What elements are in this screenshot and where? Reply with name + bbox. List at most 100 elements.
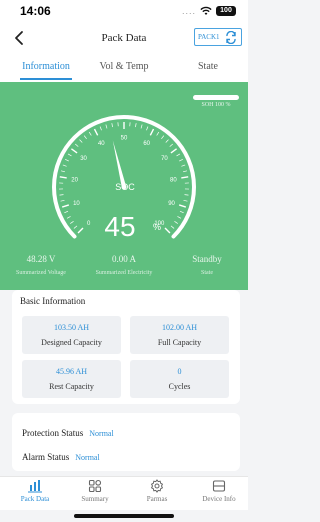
alarm-status-label: Alarm Status	[22, 452, 70, 462]
nav-summary-label: Summary	[81, 495, 109, 503]
gauge-major-tick	[164, 227, 171, 234]
swap-icon	[226, 30, 236, 44]
gauge-major-tick	[93, 128, 99, 136]
nav-summary[interactable]: Summary	[64, 479, 126, 503]
nav-bar: Pack Data PACK1	[0, 24, 248, 54]
tab-information[interactable]: Information	[6, 61, 86, 72]
metric-voltage-value: 48.28 V	[26, 254, 56, 264]
gauge-minor-tick	[182, 170, 188, 173]
gauge-minor-tick	[174, 220, 178, 224]
gauge-minor-tick	[183, 199, 188, 202]
gauge-minor-tick	[99, 126, 102, 131]
rest-capacity-cell: 45.96 AH Rest Capacity	[22, 360, 121, 398]
gauge-minor-tick	[73, 225, 78, 229]
gauge-minor-tick	[179, 159, 183, 162]
signal-icon: ....	[181, 6, 196, 16]
cycles-label: Cycles	[168, 382, 191, 391]
gauge-minor-tick	[146, 126, 149, 131]
gauge-tick-label: 10	[73, 201, 80, 207]
gauge-major-tick	[77, 227, 84, 234]
gauge-minor-tick	[165, 139, 169, 143]
cycles-value: 0	[177, 367, 182, 376]
alarm-status-row: Alarm Status Normal	[22, 452, 100, 462]
gauge-minor-tick	[60, 170, 66, 173]
gauge-major-tick	[71, 148, 78, 154]
full-capacity-label: Full Capacity	[157, 338, 202, 347]
rest-capacity-value: 45.96 AH	[55, 367, 88, 376]
gauge-major-tick	[170, 148, 177, 154]
gauge-tick-label: 90	[168, 201, 175, 207]
nav-parmas[interactable]: Parmas	[126, 479, 188, 503]
gauge-minor-tick	[75, 143, 79, 147]
nav-device-info[interactable]: Device Info	[188, 479, 250, 503]
gauge-minor-tick	[181, 164, 186, 167]
gauge-minor-tick	[135, 123, 137, 128]
gauge-minor-tick	[140, 124, 143, 129]
gauge-tick-label: 0	[87, 221, 91, 227]
nav-device-info-label: Device Info	[202, 495, 236, 503]
gauge-minor-tick	[60, 199, 65, 202]
metric-current-value: 0.00 A	[111, 254, 136, 264]
metric-state-label: State	[201, 270, 213, 276]
metric-voltage-label: Summarized Voltage	[16, 270, 66, 276]
gauge-tick-label: 60	[143, 141, 150, 147]
metric-voltage: 48.28 V Summarized Voltage	[0, 254, 82, 276]
status-bar: 14:06 .... 100	[0, 0, 248, 24]
gear-icon	[150, 479, 164, 493]
gauge-hub	[121, 184, 127, 190]
metric-current-label: Summarized Electricity	[95, 270, 153, 276]
pack-switch-button[interactable]: PACK1	[194, 28, 242, 46]
gauge-major-tick	[59, 176, 67, 179]
gauge-minor-tick	[170, 225, 175, 229]
basic-info-card: Basic Information 103.50 AH Designed Cap…	[12, 290, 240, 404]
gauge-tick-label: 20	[71, 178, 78, 184]
device-icon	[212, 480, 226, 492]
alarm-status-value: Normal	[75, 453, 100, 462]
designed-capacity-label: Designed Capacity	[41, 338, 102, 347]
battery-icon: 100	[216, 6, 236, 16]
gauge-minor-tick	[64, 210, 69, 214]
status-card: Protection Status Normal Alarm Status Norm…	[12, 413, 240, 471]
gauge-tick-label: 30	[80, 156, 87, 162]
grid-icon	[88, 479, 102, 493]
gauge-minor-tick	[66, 216, 71, 219]
nav-parmas-label: Parmas	[146, 495, 168, 503]
tab-bar: Information Vol & Temp State	[0, 54, 248, 82]
gauge-minor-tick	[79, 139, 83, 143]
gauge-minor-tick	[62, 164, 67, 167]
gauge-minor-tick	[179, 210, 184, 214]
soc-gauge: 0102030405060708090100 SOC 45 %	[52, 115, 196, 242]
soc-unit: %	[153, 222, 161, 232]
wifi-icon	[200, 6, 212, 15]
tab-state[interactable]: State	[168, 61, 248, 72]
gauge-minor-tick	[59, 194, 64, 196]
protection-status-label: Protection Status	[22, 428, 84, 438]
protection-status-value: Normal	[89, 429, 114, 438]
gauge-major-tick	[149, 128, 155, 136]
protection-status-row: Protection Status Normal	[22, 428, 114, 438]
pack-button-label: PACK1	[198, 33, 220, 41]
gauge-major-tick	[61, 204, 70, 208]
metric-state-value: Standby	[192, 254, 222, 264]
gauge-tick-label: 80	[170, 178, 177, 184]
designed-capacity-cell: 103.50 AH Designed Capacity	[22, 316, 121, 354]
designed-capacity-value: 103.50 AH	[53, 323, 90, 332]
bar-chart-icon	[28, 480, 42, 493]
gauge-minor-tick	[65, 159, 69, 162]
home-indicator	[74, 514, 174, 518]
bottom-nav: Pack Data Summary Parmas Device Info	[0, 476, 248, 510]
active-tab-indicator	[20, 78, 72, 80]
nav-pack-data[interactable]: Pack Data	[4, 479, 66, 503]
gauge-minor-tick	[70, 220, 74, 224]
full-capacity-cell: 102.00 AH Full Capacity	[130, 316, 229, 354]
status-time: 14:06	[20, 4, 51, 18]
gauge-minor-tick	[67, 153, 72, 157]
basic-info-title: Basic Information	[20, 296, 86, 306]
gauge-minor-tick	[156, 131, 160, 136]
cycles-cell: 0 Cycles	[130, 360, 229, 398]
gauge-tick-label: 70	[161, 156, 168, 162]
nav-pack-data-label: Pack Data	[20, 495, 50, 503]
tab-vol-temp[interactable]: Vol & Temp	[84, 61, 164, 72]
gauge-minor-tick	[177, 216, 182, 219]
gauge-tick-label: 40	[98, 141, 105, 147]
